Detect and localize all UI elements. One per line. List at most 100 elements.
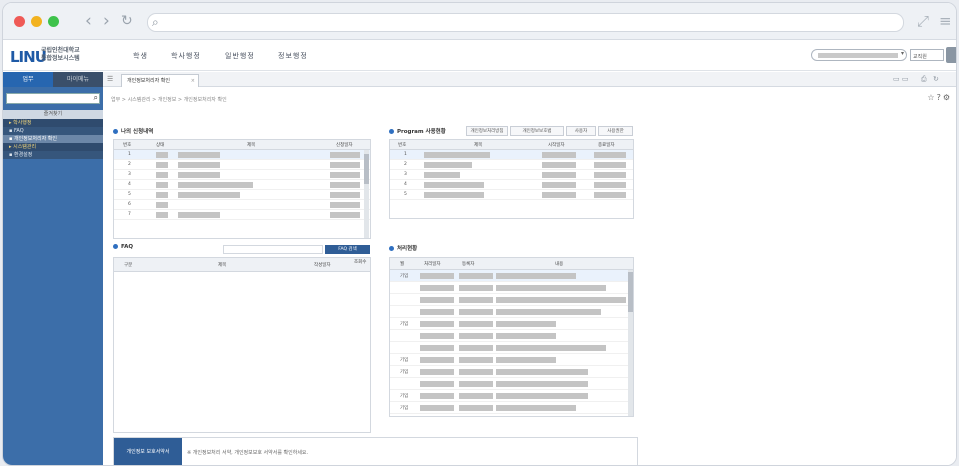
notice-row[interactable]: 6 [114, 200, 370, 210]
faq-col-views: 조회수 [354, 260, 367, 265]
sidebar-tab-work[interactable]: 업무 [3, 72, 53, 87]
address-bar[interactable]: ⌕ [147, 13, 904, 32]
notice-row-no: 6 [128, 202, 131, 207]
program-row-title [424, 152, 490, 158]
forward-icon[interactable]: › [103, 11, 110, 31]
window-tools-icon[interactable]: ▭ ▭ [893, 75, 908, 83]
menu-general[interactable]: 일반행정 [225, 51, 255, 61]
program-row-title [424, 192, 484, 198]
status-row[interactable] [390, 330, 633, 342]
status-row[interactable] [390, 282, 633, 294]
menu-student[interactable]: 학생 [133, 51, 148, 61]
program-table-header: 번호 제목 시작일자 종료일자 [390, 140, 633, 150]
user-select[interactable]: ▾ [811, 49, 907, 61]
status-row[interactable]: 기입 [390, 270, 633, 282]
program-col-no: 번호 [398, 143, 407, 148]
search-icon[interactable]: ⌕ [94, 93, 98, 103]
sidebar-item[interactable]: ▪ 개인정보처리자 확인 [3, 135, 103, 143]
program-row-no: 1 [404, 152, 407, 157]
status-row-author [459, 369, 493, 375]
menu-info[interactable]: 정보행정 [278, 51, 308, 61]
status-row-content [496, 381, 588, 387]
status-row[interactable]: 기입 [390, 354, 633, 366]
faq-search-input[interactable] [223, 245, 323, 254]
status-row-content [496, 321, 556, 327]
notice-row[interactable]: 3 [114, 170, 370, 180]
tab-active[interactable]: 개인정보처리자 확인 × [121, 74, 199, 87]
status-row[interactable] [390, 294, 633, 306]
refresh-icon[interactable]: ↻ [933, 75, 939, 83]
status-row[interactable] [390, 306, 633, 318]
sidebar-item[interactable]: ▪ 환경설정 [3, 151, 103, 159]
star-icon[interactable]: ☆ [927, 93, 936, 102]
tab-list-icon[interactable]: ☰ [107, 75, 113, 83]
notice-scrollbar[interactable] [364, 150, 369, 238]
notice-row-status [156, 182, 168, 188]
chevron-down-icon: ▾ [900, 50, 904, 57]
status-row[interactable]: 기입 [390, 318, 633, 330]
minimize-dot[interactable] [31, 16, 42, 27]
program-row[interactable]: 5 [390, 190, 633, 200]
menu-icon[interactable]: ≡ [939, 12, 952, 30]
expand-icon[interactable]: ⤢ [917, 12, 929, 30]
program-col-title: 제목 [474, 143, 483, 148]
program-row[interactable]: 1 [390, 150, 633, 160]
program-btn-4[interactable]: 사용권한 [598, 126, 633, 136]
maximize-dot[interactable] [48, 16, 59, 27]
notice-row-date [330, 192, 360, 198]
notice-row[interactable]: 5 [114, 190, 370, 200]
sidebar-search-input[interactable]: ⌕ [6, 93, 100, 104]
status-row-month: 기입 [400, 358, 409, 363]
pledge-button[interactable]: 개인정보 보호서약서 [114, 438, 182, 465]
back-icon[interactable]: ‹ [85, 11, 92, 31]
status-row-month: 기입 [400, 274, 409, 279]
role-select[interactable]: 교직원 [910, 49, 944, 61]
faq-search-button[interactable]: FAQ 검색 [325, 245, 370, 254]
status-row-date [420, 357, 454, 363]
sidebar-item[interactable]: ▸ 학사행정 [3, 119, 103, 127]
program-row[interactable]: 2 [390, 160, 633, 170]
status-row-month: 기입 [400, 406, 409, 411]
status-scrollbar[interactable] [628, 270, 633, 416]
program-row-start [542, 182, 576, 188]
notice-row[interactable]: 1 [114, 150, 370, 160]
sidebar-item[interactable]: ▪ FAQ [3, 127, 103, 135]
menu-academic[interactable]: 학사행정 [171, 51, 201, 61]
status-rows: 기입 기입 기입 기입 기입 기입 [390, 270, 633, 414]
print-icon[interactable]: ⎙ [921, 75, 927, 84]
notice-row[interactable]: 7 [114, 210, 370, 220]
close-icon[interactable]: × [191, 75, 195, 87]
program-btn-2[interactable]: 개인정보보호법 [510, 126, 564, 136]
notice-col-title: 제목 [247, 143, 256, 148]
status-row-date [420, 369, 454, 375]
program-btn-1[interactable]: 개인정보처리방침 [466, 126, 508, 136]
program-row-end [594, 192, 626, 198]
program-row-end [594, 162, 626, 168]
close-dot[interactable] [14, 16, 25, 27]
status-row-author [459, 321, 493, 327]
sidebar-tab-mymenu[interactable]: 마이메뉴 [53, 72, 103, 87]
browser-toolbar: ‹ › ↻ ⌕ ⤢ ≡ [3, 3, 956, 40]
program-btn-3[interactable]: 사용자 [566, 126, 596, 136]
status-row[interactable] [390, 342, 633, 354]
header-side-button[interactable] [946, 47, 956, 63]
pledge-notice: ※ 개인정보처리 서약, 개인정보보호 서약서를 확인하세요. [187, 450, 309, 456]
program-title-text: Program 사용현황 [397, 129, 446, 135]
status-row-month: 기입 [400, 370, 409, 375]
program-row[interactable]: 3 [390, 170, 633, 180]
notice-row[interactable]: 2 [114, 160, 370, 170]
search-icon: ⌕ [152, 15, 159, 29]
status-row-author [459, 381, 493, 387]
reload-icon[interactable]: ↻ [121, 11, 133, 31]
program-row[interactable]: 4 [390, 180, 633, 190]
notice-title-text: 나의 신청내역 [121, 129, 154, 135]
settings-icon[interactable]: ⚙ [943, 93, 952, 102]
notice-row-title [178, 212, 220, 218]
notice-row[interactable]: 4 [114, 180, 370, 190]
status-row[interactable]: 기입 [390, 402, 633, 414]
sidebar-item[interactable]: ▸ 시스템관리 [3, 143, 103, 151]
status-row[interactable]: 기입 [390, 390, 633, 402]
status-row-date [420, 297, 454, 303]
status-row[interactable] [390, 378, 633, 390]
status-row[interactable]: 기입 [390, 366, 633, 378]
